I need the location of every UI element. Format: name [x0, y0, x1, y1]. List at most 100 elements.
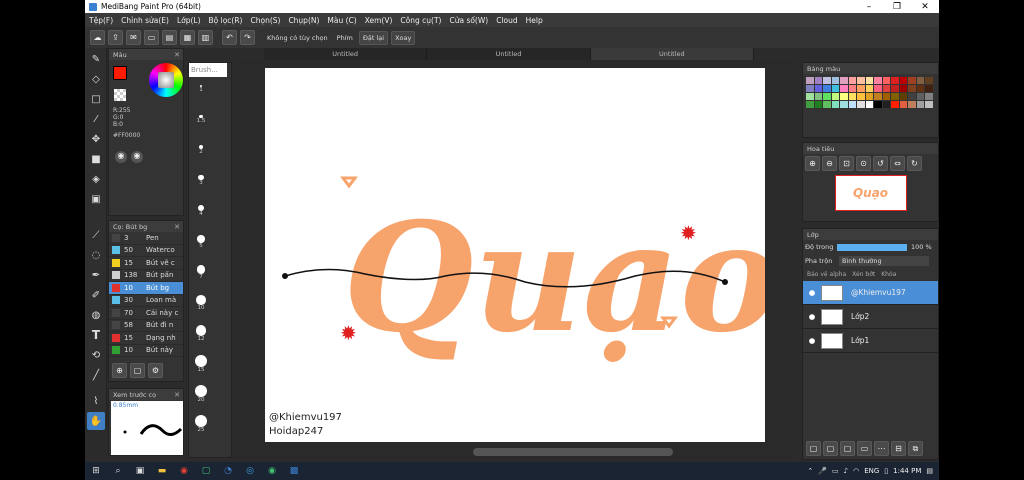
language-indicator[interactable]: ENG — [864, 467, 879, 475]
reset-button[interactable]: Đặt lại — [358, 30, 389, 45]
palette-swatch[interactable] — [840, 85, 848, 92]
palette-swatch[interactable] — [848, 93, 856, 100]
clip-checkbox[interactable]: Xén bớt — [852, 271, 875, 278]
brush-size-option[interactable]: 3 — [193, 175, 209, 186]
palette-icon[interactable]: ◉ — [115, 151, 127, 163]
rotate-right-icon[interactable]: ↻ — [907, 156, 922, 171]
cloud-icon[interactable]: ☁ — [90, 30, 105, 45]
menu-select[interactable]: Chọn(S) — [246, 16, 284, 25]
palette-swatch[interactable] — [874, 93, 882, 100]
brush-item[interactable]: 15 Bút vẽ c — [109, 257, 183, 270]
color-wheel[interactable] — [149, 63, 183, 97]
palette-swatch[interactable] — [925, 77, 933, 84]
palette-swatch[interactable] — [806, 85, 814, 92]
windows-start-icon[interactable]: ⊞ — [89, 465, 103, 477]
tab-untitled-3[interactable]: Untitled — [590, 48, 754, 60]
new-brush-icon[interactable]: ▢ — [130, 363, 145, 378]
new-layer2-icon[interactable]: ▢ — [823, 441, 838, 456]
protect-alpha-checkbox[interactable]: Bảo vệ alpha — [807, 271, 846, 278]
brush-size-search[interactable]: Brush... — [189, 63, 227, 77]
visibility-icon[interactable]: ● — [803, 336, 821, 345]
palette-swatch[interactable] — [874, 77, 882, 84]
palette-swatch[interactable] — [925, 85, 933, 92]
palette-swatch[interactable] — [891, 93, 899, 100]
visibility-icon[interactable]: ● — [803, 312, 821, 321]
panel-close-icon[interactable]: ✕ — [174, 223, 180, 231]
palette-swatch[interactable] — [865, 77, 873, 84]
brush-size-option[interactable]: 1.5 — [193, 115, 209, 124]
palette-swatch[interactable] — [916, 85, 924, 92]
palette-swatch[interactable] — [891, 77, 899, 84]
layer-menu-icon[interactable]: ⋯ — [874, 441, 889, 456]
palette-swatch[interactable] — [857, 93, 865, 100]
palette-swatch[interactable] — [831, 77, 839, 84]
palette-swatch[interactable] — [874, 101, 882, 108]
wand-tool-icon[interactable]: ⁄ — [87, 110, 105, 128]
palette-swatch[interactable] — [814, 101, 822, 108]
palette-swatch[interactable] — [848, 77, 856, 84]
palette-swatch[interactable] — [882, 93, 890, 100]
eraser-tool-icon[interactable]: ◇ — [87, 70, 105, 88]
palette-swatch[interactable] — [916, 101, 924, 108]
brush-item[interactable]: 3 Pen — [109, 232, 183, 245]
app2-icon[interactable]: ◉ — [265, 465, 279, 477]
palette-swatch[interactable] — [899, 85, 907, 92]
brush-item[interactable]: 50 Waterco — [109, 245, 183, 257]
palette-swatch[interactable] — [908, 77, 916, 84]
zoom-in-icon[interactable]: ⊕ — [805, 156, 820, 171]
rectangle-tool-icon[interactable]: □ — [87, 90, 105, 108]
palette-swatch[interactable] — [823, 93, 831, 100]
palette-swatch[interactable] — [848, 101, 856, 108]
share-icon[interactable]: ⇪ — [108, 30, 123, 45]
add-brush-icon[interactable]: ⊕ — [112, 363, 127, 378]
palette-swatch[interactable] — [899, 101, 907, 108]
menu-view[interactable]: Xem(V) — [361, 16, 397, 25]
notification-icon[interactable]: ▤ — [926, 467, 933, 475]
brush-size-option[interactable]: 10 — [193, 295, 209, 311]
brush-size-option[interactable]: 12 — [193, 325, 209, 342]
palette-swatch[interactable] — [908, 101, 916, 108]
menu-tools[interactable]: Công cụ(T) — [396, 16, 445, 25]
brush-item[interactable]: 30 Loan mà — [109, 295, 183, 307]
palette-swatch[interactable] — [891, 85, 899, 92]
page-icon[interactable]: ▤ — [162, 30, 177, 45]
brush-size-option[interactable]: 5 — [193, 235, 209, 249]
rotate-left-icon[interactable]: ↺ — [873, 156, 888, 171]
palette-swatch[interactable] — [806, 93, 814, 100]
drawing-canvas[interactable]: Quạo ✹ ✹ @Khiemvu197 Hoidap247 — [265, 68, 780, 442]
duplicate-layer-icon[interactable]: ⧉ — [908, 441, 923, 456]
palette-swatch[interactable] — [882, 101, 890, 108]
wifi-icon[interactable]: ◠ — [853, 467, 859, 475]
eyedropper-tool-icon[interactable]: ⌇ — [87, 392, 105, 410]
brush-item[interactable]: 138 Bút pấn — [109, 270, 183, 282]
palette-swatch[interactable] — [865, 93, 873, 100]
brush-tool-icon[interactable]: ✎ — [87, 50, 105, 68]
palette-swatch[interactable] — [908, 85, 916, 92]
search-icon[interactable]: ⌕ — [111, 465, 125, 477]
palette-swatch[interactable] — [823, 101, 831, 108]
palette-swatch[interactable] — [848, 85, 856, 92]
folder-icon[interactable]: ▭ — [857, 441, 872, 456]
brush-size-option[interactable]: 2 — [193, 145, 209, 155]
task-view-icon[interactable]: ▣ — [133, 465, 147, 477]
palette-swatch[interactable] — [806, 77, 814, 84]
opacity-slider[interactable] — [837, 243, 907, 251]
camera-icon[interactable]: ▭ — [832, 467, 839, 475]
horizontal-scrollbar[interactable] — [473, 448, 673, 456]
fit-icon[interactable]: ⊡ — [839, 156, 854, 171]
brush-item[interactable]: 10 Bút bg — [109, 282, 183, 295]
tab-untitled-2[interactable]: Untitled — [427, 48, 591, 60]
palette-swatch[interactable] — [840, 93, 848, 100]
transform-tool-icon[interactable]: ⟲ — [87, 346, 105, 364]
palette-swatch[interactable] — [899, 77, 907, 84]
palette-swatch[interactable] — [899, 93, 907, 100]
blend-select[interactable]: Bình thường — [839, 256, 929, 266]
move-tool-icon[interactable]: ✥ — [87, 130, 105, 148]
palette-swatch[interactable] — [814, 85, 822, 92]
actual-size-icon[interactable]: ⊙ — [856, 156, 871, 171]
lasso-tool-icon[interactable]: ◌ — [87, 246, 105, 264]
new-layer-icon[interactable]: ▢ — [806, 441, 821, 456]
palette-swatch[interactable] — [823, 77, 831, 84]
palette-swatch[interactable] — [831, 85, 839, 92]
chrome-icon[interactable]: ◉ — [177, 465, 191, 477]
